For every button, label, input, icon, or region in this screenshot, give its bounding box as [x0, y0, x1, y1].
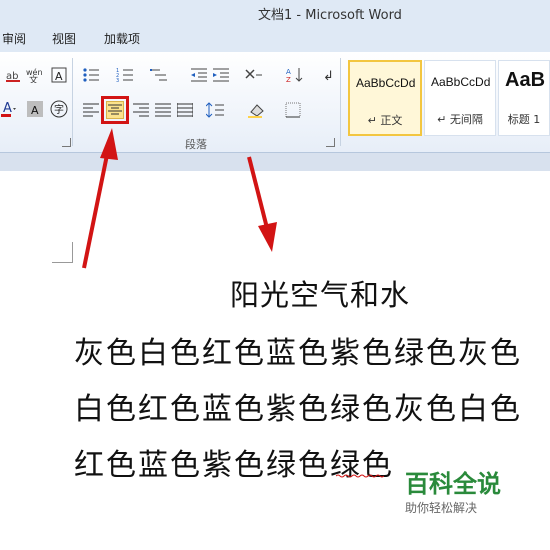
svg-text:A: A [3, 101, 12, 116]
bullets-icon[interactable] [82, 66, 100, 84]
align-center-icon[interactable] [106, 101, 124, 119]
title-bar: 文档1 - Microsoft Word [0, 0, 550, 24]
workspace-gap [0, 153, 550, 171]
numbering-icon[interactable]: 123 [116, 66, 134, 84]
increase-indent-icon[interactable] [212, 66, 230, 84]
document-line: 白色红色蓝色紫色绿色灰色白色 [74, 392, 522, 427]
margin-corner-mark [52, 242, 73, 263]
ribbon: ab wén 文 A A A 字 123 AZ ↲ 段落 AaBbCcDd ↵ … [0, 52, 550, 153]
style-name: ↵ 正文 [367, 114, 403, 127]
line-spacing-icon[interactable] [206, 101, 224, 119]
show-marks-icon[interactable]: ↲ [320, 66, 338, 84]
svg-text:A: A [31, 104, 39, 117]
svg-text:3: 3 [116, 78, 119, 83]
font-color-icon[interactable]: A [0, 100, 18, 118]
shading-icon[interactable] [248, 101, 266, 119]
watermark-brand: 百科全说 [405, 470, 501, 498]
style-sample: AaB [505, 69, 546, 91]
tab-view[interactable]: 视图 [52, 30, 76, 47]
style-no-spacing[interactable]: AaBbCcDd ↵ 无间隔 [424, 60, 496, 136]
watermark: 百科全说 助你轻松解决 [405, 470, 501, 516]
chinese-layout-icon[interactable] [244, 66, 262, 84]
style-sample: AaBbCcDd [431, 75, 491, 89]
watermark-slogan: 助你轻松解决 [405, 501, 478, 515]
decrease-indent-icon[interactable] [190, 66, 208, 84]
style-name: ↵ 无间隔 [437, 113, 483, 126]
style-normal[interactable]: AaBbCcDd ↵ 正文 [348, 60, 422, 136]
spelling-squiggle [336, 474, 384, 478]
svg-text:文: 文 [29, 74, 38, 83]
font-group-launcher-icon[interactable] [62, 138, 71, 147]
style-sample: AaBbCcDd [356, 76, 416, 90]
tab-addins[interactable]: 加载项 [104, 30, 140, 47]
styles-gallery: AaBbCcDd ↵ 正文 AaBbCcDd ↵ 无间隔 AaB 标题 1 [348, 60, 550, 136]
enclose-characters-icon[interactable]: 字 [50, 100, 68, 118]
borders-icon[interactable] [284, 101, 302, 119]
paragraph-group-launcher-icon[interactable] [326, 138, 335, 147]
justify-icon[interactable] [154, 101, 172, 119]
distributed-icon[interactable] [176, 101, 194, 119]
document-line: 灰色白色红色蓝色紫色绿色灰色 [74, 336, 522, 371]
character-border-icon[interactable]: A [50, 66, 68, 84]
svg-text:字: 字 [54, 103, 64, 116]
align-left-icon[interactable] [82, 101, 100, 119]
svg-text:Z: Z [286, 76, 291, 84]
svg-text:A: A [286, 68, 291, 76]
style-heading-1[interactable]: AaB 标题 1 [498, 60, 550, 136]
sort-icon[interactable]: AZ [286, 66, 304, 84]
multilevel-list-icon[interactable] [150, 66, 168, 84]
window-title: 文档1 - Microsoft Word [258, 8, 402, 23]
svg-text:A: A [55, 70, 63, 83]
paragraph-group-label: 段落 [185, 138, 207, 151]
ribbon-tabs: 审阅 视图 加载项 [0, 24, 550, 53]
character-shading-icon[interactable]: A [26, 100, 44, 118]
tab-review[interactable]: 审阅 [2, 30, 26, 47]
style-name: 标题 1 [507, 113, 541, 126]
align-right-icon[interactable] [132, 101, 150, 119]
group-separator [72, 58, 73, 146]
document-title: 阳光空气和水 [229, 278, 410, 312]
svg-text:↲: ↲ [323, 69, 334, 83]
group-separator [340, 58, 341, 146]
phonetic-guide-icon[interactable]: ab [4, 66, 22, 84]
enclosed-char-icon[interactable]: wén 文 [26, 66, 44, 84]
